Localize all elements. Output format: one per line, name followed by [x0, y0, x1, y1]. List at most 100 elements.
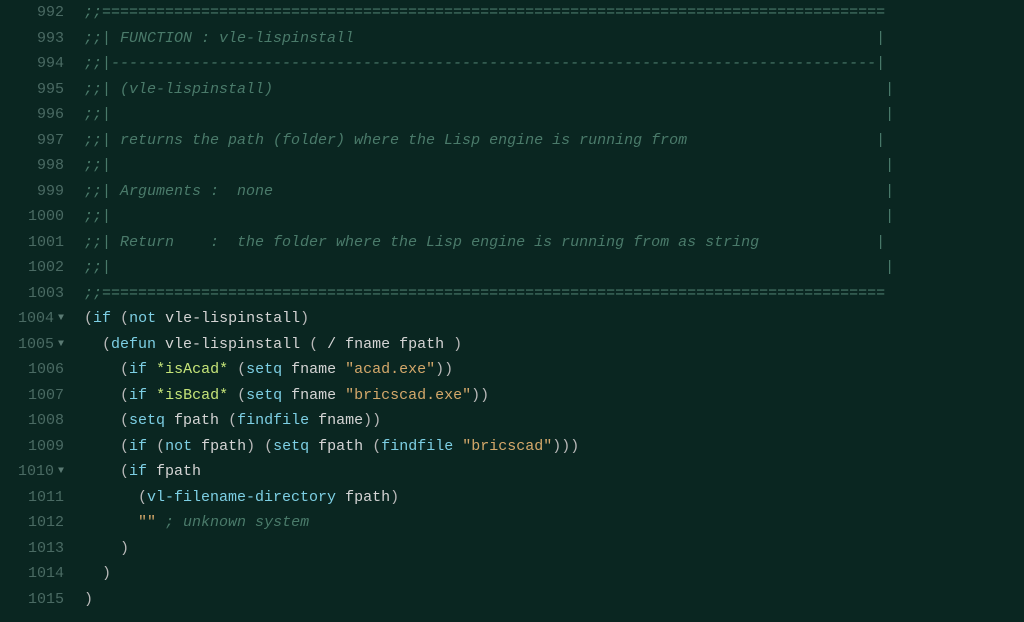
code-line[interactable]: ;;|-------------------------------------… — [84, 51, 1024, 77]
code-line[interactable]: (if (not vle-lispinstall) — [84, 306, 1024, 332]
token-keyword: if — [129, 463, 147, 480]
line-number-text: 997 — [37, 128, 64, 154]
token-identifier — [84, 565, 102, 582]
line-number-text: 1003 — [28, 281, 64, 307]
token-paren: ( — [120, 310, 129, 327]
token-comment: ;;| | — [84, 106, 894, 123]
token-identifier: fname fpath — [336, 336, 453, 353]
code-line[interactable]: ;;| | — [84, 153, 1024, 179]
line-number-text: 1002 — [28, 255, 64, 281]
line-number-text: 993 — [37, 26, 64, 52]
code-line[interactable]: ) — [84, 561, 1024, 587]
code-line[interactable]: (if *isAcad* (setq fname "acad.exe")) — [84, 357, 1024, 383]
fold-toggle-icon[interactable]: ▼ — [58, 306, 64, 332]
token-paren: ( — [156, 438, 165, 455]
token-string: "bricscad.exe" — [345, 387, 471, 404]
token-identifier — [147, 387, 156, 404]
token-paren: ( — [120, 463, 129, 480]
code-editor[interactable]: 9929939949959969979989991000100110021003… — [0, 0, 1024, 622]
line-number: 994 — [0, 51, 64, 77]
token-comment: ;;| Return : the folder where the Lisp e… — [84, 234, 885, 251]
token-keyword: if — [129, 438, 147, 455]
line-number: 1010▼ — [0, 459, 64, 485]
token-paren: ( — [309, 336, 318, 353]
token-identifier — [228, 361, 237, 378]
line-number: 993 — [0, 26, 64, 52]
code-line[interactable]: ;;| | — [84, 102, 1024, 128]
token-paren: ) — [102, 565, 111, 582]
line-number: 996 — [0, 102, 64, 128]
line-number-text: 999 — [37, 179, 64, 205]
token-paren: ( — [120, 438, 129, 455]
code-line[interactable]: ;;| Arguments : none | — [84, 179, 1024, 205]
line-number-text: 1005 — [18, 332, 54, 358]
token-comment: ;;======================================… — [84, 285, 885, 302]
line-number: 1000 — [0, 204, 64, 230]
token-identifier — [255, 438, 264, 455]
line-number: 1011 — [0, 485, 64, 511]
line-number: 1015 — [0, 587, 64, 613]
code-line[interactable]: (vl-filename-directory fpath) — [84, 485, 1024, 511]
token-comment: ;;| FUNCTION : vle-lispinstall | — [84, 30, 885, 47]
line-number-gutter: 9929939949959969979989991000100110021003… — [0, 0, 72, 622]
token-comment: ;;| | — [84, 208, 894, 225]
token-func-call: findfile — [237, 412, 309, 429]
token-identifier — [318, 336, 327, 353]
line-number-text: 1015 — [28, 587, 64, 613]
code-line[interactable]: ;;| | — [84, 204, 1024, 230]
token-identifier — [84, 412, 120, 429]
token-string: "" — [138, 514, 156, 531]
token-paren: ) — [300, 310, 309, 327]
code-line[interactable]: ;;======================================… — [84, 281, 1024, 307]
code-line[interactable]: (if fpath — [84, 459, 1024, 485]
code-line[interactable]: ;;| | — [84, 255, 1024, 281]
token-comment: ;;| Arguments : none | — [84, 183, 894, 200]
line-number-text: 1000 — [28, 204, 64, 230]
line-number: 995 — [0, 77, 64, 103]
token-keyword: setq — [129, 412, 165, 429]
code-line[interactable]: ) — [84, 536, 1024, 562]
line-number-text: 1012 — [28, 510, 64, 536]
token-paren: ) — [120, 540, 129, 557]
line-number-text: 1009 — [28, 434, 64, 460]
code-line[interactable]: ;;======================================… — [84, 0, 1024, 26]
fold-toggle-icon[interactable]: ▼ — [58, 459, 64, 485]
code-line[interactable]: (if *isBcad* (setq fname "bricscad.exe")… — [84, 383, 1024, 409]
code-line[interactable]: ;;| Return : the folder where the Lisp e… — [84, 230, 1024, 256]
code-line[interactable]: ;;| (vle-lispinstall) | — [84, 77, 1024, 103]
token-paren: ) — [246, 438, 255, 455]
code-line[interactable]: ;;| returns the path (folder) where the … — [84, 128, 1024, 154]
code-line[interactable]: ;;| FUNCTION : vle-lispinstall | — [84, 26, 1024, 52]
token-comment: ;;| | — [84, 157, 894, 174]
line-number-text: 1008 — [28, 408, 64, 434]
code-line[interactable]: ) — [84, 587, 1024, 613]
token-paren: ( — [228, 412, 237, 429]
token-identifier: fname — [282, 361, 345, 378]
token-variable: *isAcad* — [156, 361, 228, 378]
token-paren: ) — [453, 336, 462, 353]
code-line[interactable]: "" ; unknown system — [84, 510, 1024, 536]
line-number: 1012 — [0, 510, 64, 536]
line-number: 1004▼ — [0, 306, 64, 332]
token-identifier — [156, 514, 165, 531]
token-comment: ;;| (vle-lispinstall) | — [84, 81, 894, 98]
token-slash: / — [327, 336, 336, 353]
code-line[interactable]: (defun vle-lispinstall ( / fname fpath ) — [84, 332, 1024, 358]
token-comment: ;;| | — [84, 259, 894, 276]
line-number: 1001 — [0, 230, 64, 256]
code-line[interactable]: (setq fpath (findfile fname)) — [84, 408, 1024, 434]
token-identifier — [228, 387, 237, 404]
code-line[interactable]: (if (not fpath) (setq fpath (findfile "b… — [84, 434, 1024, 460]
line-number: 1008 — [0, 408, 64, 434]
token-identifier — [84, 336, 102, 353]
line-number: 1007 — [0, 383, 64, 409]
token-paren: ) — [390, 489, 399, 506]
token-keyword: setq — [246, 387, 282, 404]
fold-toggle-icon[interactable]: ▼ — [58, 332, 64, 358]
token-comment: ;;| returns the path (folder) where the … — [84, 132, 885, 149]
code-area[interactable]: ;;======================================… — [72, 0, 1024, 622]
token-comment: ;;======================================… — [84, 4, 885, 21]
token-paren: ( — [120, 387, 129, 404]
line-number: 1009 — [0, 434, 64, 460]
line-number-text: 995 — [37, 77, 64, 103]
